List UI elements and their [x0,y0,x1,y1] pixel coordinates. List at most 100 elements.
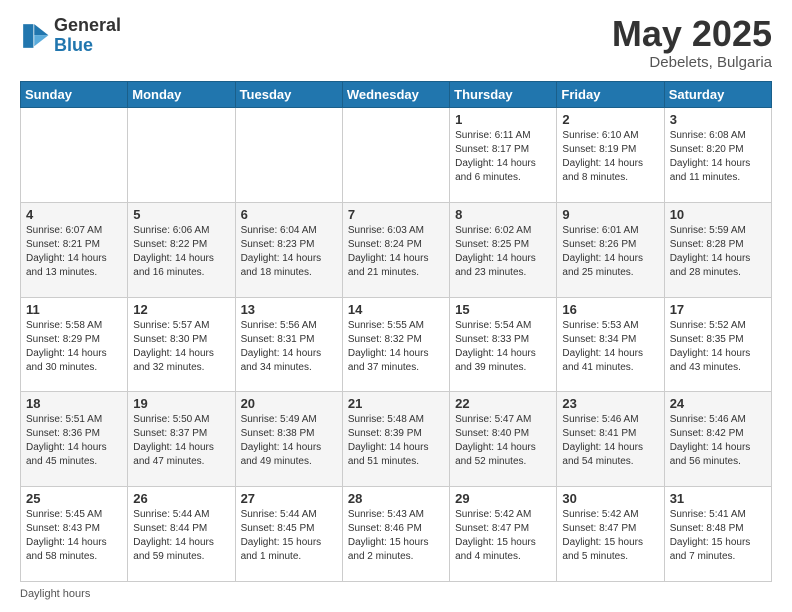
month-year: May 2025 [612,16,772,52]
day-info: Sunrise: 5:54 AM Sunset: 8:33 PM Dayligh… [455,319,551,375]
calendar-cell [128,108,235,203]
day-number: 11 [26,302,122,317]
day-info: Sunrise: 6:04 AM Sunset: 8:23 PM Dayligh… [241,224,337,280]
weekday-header-monday: Monday [128,82,235,108]
day-number: 1 [455,112,551,127]
weekday-header-wednesday: Wednesday [342,82,449,108]
calendar-cell: 14 Sunrise: 5:55 AM Sunset: 8:32 PM Dayli… [342,297,449,392]
day-info: Sunrise: 5:42 AM Sunset: 8:47 PM Dayligh… [455,508,551,564]
day-number: 22 [455,396,551,411]
day-info: Sunrise: 5:48 AM Sunset: 8:39 PM Dayligh… [348,413,444,469]
logo: General Blue [20,16,121,56]
day-info: Sunrise: 5:50 AM Sunset: 8:37 PM Dayligh… [133,413,229,469]
day-number: 2 [562,112,658,127]
logo-icon [20,21,50,51]
title-block: May 2025 Debelets, Bulgaria [612,16,772,71]
weekday-header-saturday: Saturday [664,82,771,108]
calendar-cell [21,108,128,203]
day-number: 4 [26,207,122,222]
calendar-cell: 4Sunrise: 6:07 AM Sunset: 8:21 PM Daylig… [21,202,128,297]
calendar-cell: 3 Sunrise: 6:08 AM Sunset: 8:20 PM Daylig… [664,108,771,203]
day-number: 25 [26,491,122,506]
calendar-cell: 21Sunrise: 5:48 AM Sunset: 8:39 PM Dayli… [342,392,449,487]
calendar-cell: 15 Sunrise: 5:54 AM Sunset: 8:33 PM Dayli… [450,297,557,392]
day-info: Sunrise: 5:43 AM Sunset: 8:46 PM Dayligh… [348,508,444,564]
calendar-cell: 8 Sunrise: 6:02 AM Sunset: 8:25 PM Daylig… [450,202,557,297]
day-number: 31 [670,491,766,506]
calendar-cell: 16Sunrise: 5:53 AM Sunset: 8:34 PM Dayli… [557,297,664,392]
day-info: Sunrise: 5:55 AM Sunset: 8:32 PM Dayligh… [348,319,444,375]
calendar-cell [235,108,342,203]
calendar-cell: 13 Sunrise: 5:56 AM Sunset: 8:31 PM Dayli… [235,297,342,392]
weekday-header-row: SundayMondayTuesdayWednesdayThursdayFrid… [21,82,772,108]
day-number: 10 [670,207,766,222]
day-number: 14 [348,302,444,317]
logo-general: General [54,16,121,36]
week-row-3: 11Sunrise: 5:58 AM Sunset: 8:29 PM Dayli… [21,297,772,392]
day-number: 8 [455,207,551,222]
day-number: 27 [241,491,337,506]
day-number: 3 [670,112,766,127]
calendar-page: General Blue May 2025 Debelets, Bulgaria… [0,0,792,612]
calendar-cell: 12 Sunrise: 5:57 AM Sunset: 8:30 PM Dayli… [128,297,235,392]
calendar-cell: 22 Sunrise: 5:47 AM Sunset: 8:40 PM Dayli… [450,392,557,487]
calendar-cell: 17 Sunrise: 5:52 AM Sunset: 8:35 PM Dayli… [664,297,771,392]
calendar-cell: 10 Sunrise: 5:59 AM Sunset: 8:28 PM Dayli… [664,202,771,297]
day-info: Sunrise: 5:51 AM Sunset: 8:36 PM Dayligh… [26,413,122,469]
day-info: Sunrise: 5:46 AM Sunset: 8:41 PM Dayligh… [562,413,658,469]
day-number: 5 [133,207,229,222]
day-info: Sunrise: 5:57 AM Sunset: 8:30 PM Dayligh… [133,319,229,375]
legend: Daylight hours [20,588,772,600]
day-info: Sunrise: 5:52 AM Sunset: 8:35 PM Dayligh… [670,319,766,375]
weekday-header-sunday: Sunday [21,82,128,108]
calendar-cell: 28Sunrise: 5:43 AM Sunset: 8:46 PM Dayli… [342,487,449,582]
weekday-header-thursday: Thursday [450,82,557,108]
day-info: Sunrise: 5:42 AM Sunset: 8:47 PM Dayligh… [562,508,658,564]
logo-text: General Blue [54,16,121,56]
logo-blue: Blue [54,36,121,56]
day-info: Sunrise: 5:49 AM Sunset: 8:38 PM Dayligh… [241,413,337,469]
day-info: Sunrise: 5:44 AM Sunset: 8:44 PM Dayligh… [133,508,229,564]
day-number: 24 [670,396,766,411]
day-number: 26 [133,491,229,506]
location: Debelets, Bulgaria [612,54,772,71]
day-number: 7 [348,207,444,222]
day-number: 6 [241,207,337,222]
header: General Blue May 2025 Debelets, Bulgaria [20,16,772,71]
calendar-cell: 30Sunrise: 5:42 AM Sunset: 8:47 PM Dayli… [557,487,664,582]
weekday-header-tuesday: Tuesday [235,82,342,108]
calendar-cell: 25 Sunrise: 5:45 AM Sunset: 8:43 PM Dayli… [21,487,128,582]
calendar-cell: 1 Sunrise: 6:11 AM Sunset: 8:17 PM Daylig… [450,108,557,203]
day-number: 23 [562,396,658,411]
day-info: Sunrise: 6:11 AM Sunset: 8:17 PM Dayligh… [455,129,551,185]
day-info: Sunrise: 5:56 AM Sunset: 8:31 PM Dayligh… [241,319,337,375]
day-number: 18 [26,396,122,411]
day-info: Sunrise: 5:45 AM Sunset: 8:43 PM Dayligh… [26,508,122,564]
day-number: 20 [241,396,337,411]
day-number: 12 [133,302,229,317]
day-number: 29 [455,491,551,506]
day-number: 9 [562,207,658,222]
day-info: Sunrise: 5:41 AM Sunset: 8:48 PM Dayligh… [670,508,766,564]
calendar-cell: 19 Sunrise: 5:50 AM Sunset: 8:37 PM Dayli… [128,392,235,487]
calendar-cell: 26 Sunrise: 5:44 AM Sunset: 8:44 PM Dayli… [128,487,235,582]
day-number: 15 [455,302,551,317]
day-info: Sunrise: 6:01 AM Sunset: 8:26 PM Dayligh… [562,224,658,280]
calendar-cell: 5Sunrise: 6:06 AM Sunset: 8:22 PM Daylig… [128,202,235,297]
week-row-1: 1 Sunrise: 6:11 AM Sunset: 8:17 PM Daylig… [21,108,772,203]
day-number: 13 [241,302,337,317]
day-info: Sunrise: 5:47 AM Sunset: 8:40 PM Dayligh… [455,413,551,469]
day-number: 16 [562,302,658,317]
week-row-4: 18 Sunrise: 5:51 AM Sunset: 8:36 PM Dayli… [21,392,772,487]
day-number: 17 [670,302,766,317]
calendar-cell: 27 Sunrise: 5:44 AM Sunset: 8:45 PM Dayli… [235,487,342,582]
day-info: Sunrise: 6:02 AM Sunset: 8:25 PM Dayligh… [455,224,551,280]
day-info: Sunrise: 5:59 AM Sunset: 8:28 PM Dayligh… [670,224,766,280]
calendar-cell: 11Sunrise: 5:58 AM Sunset: 8:29 PM Dayli… [21,297,128,392]
day-info: Sunrise: 6:08 AM Sunset: 8:20 PM Dayligh… [670,129,766,185]
day-number: 19 [133,396,229,411]
calendar-cell: 6 Sunrise: 6:04 AM Sunset: 8:23 PM Daylig… [235,202,342,297]
day-info: Sunrise: 5:44 AM Sunset: 8:45 PM Dayligh… [241,508,337,564]
calendar-cell [342,108,449,203]
calendar-cell: 7Sunrise: 6:03 AM Sunset: 8:24 PM Daylig… [342,202,449,297]
